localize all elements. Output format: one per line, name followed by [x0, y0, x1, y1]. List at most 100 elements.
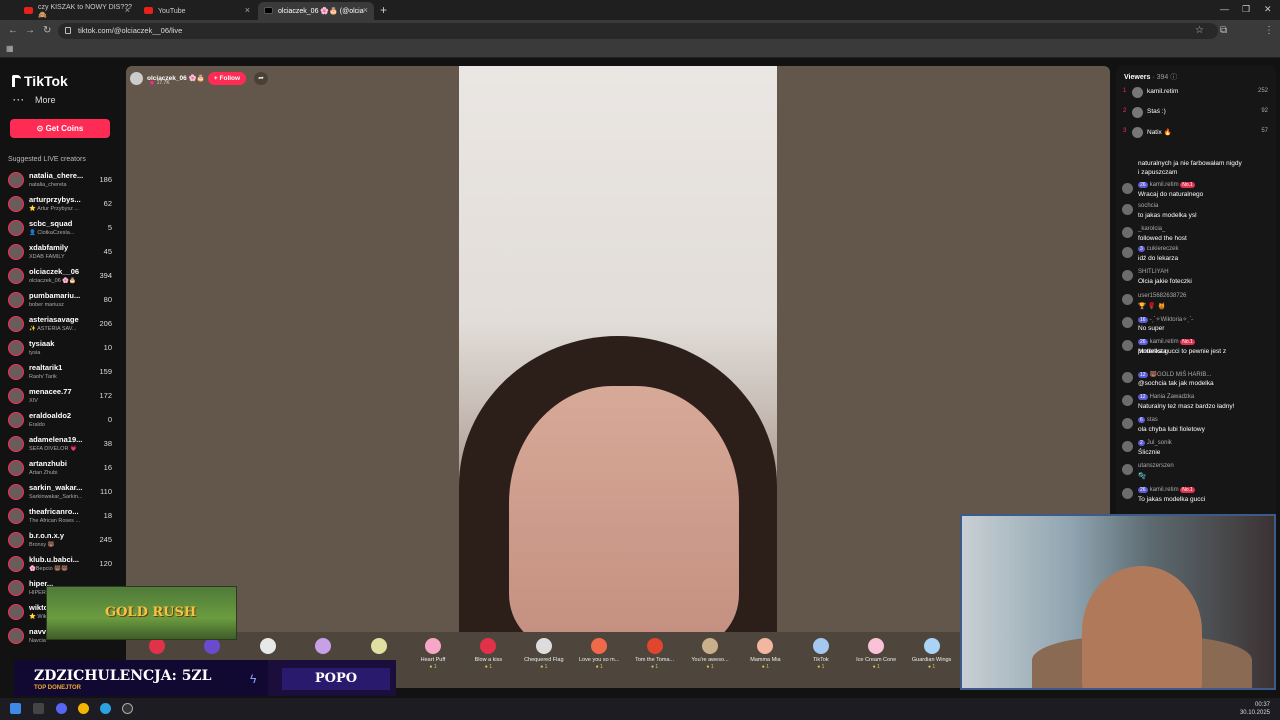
gift-name: Guardian Wings	[911, 657, 952, 663]
creator-item[interactable]: pumbamariu... bober mariusz 80	[6, 289, 118, 311]
browser-tab-youtube[interactable]: YouTube ×	[138, 2, 256, 20]
discord-icon[interactable]	[56, 703, 67, 714]
chat-username[interactable]: 6 stas	[1138, 417, 1158, 423]
chat-username[interactable]: SHITLIYAH	[1138, 269, 1169, 275]
creator-item[interactable]: realtarik1 Raoh/ Tarik 159	[6, 361, 118, 383]
creator-item[interactable]: olciaczek__06 olciaczek_06 🌸🎂 394	[6, 265, 118, 287]
gift-item[interactable]	[186, 638, 238, 654]
youtube-icon	[24, 7, 33, 14]
gift-item[interactable]: Ice Cream Cone ● 1	[850, 638, 902, 670]
top-viewer-row[interactable]: 1 kamil.retim 252	[1122, 86, 1270, 100]
menu-icon[interactable]: ⋮	[1264, 25, 1274, 36]
close-tab-icon[interactable]: ×	[363, 5, 368, 15]
chat-username[interactable]: 3 cukiereczek	[1138, 246, 1178, 252]
chat-username[interactable]: 12 Hania Zawadzka	[1138, 394, 1194, 400]
creator-subtitle: Eraldo	[29, 422, 45, 428]
close-tab-icon[interactable]: ×	[125, 5, 130, 15]
creator-item[interactable]: natalia_chere... natalia_chereta 186	[6, 169, 118, 191]
chat-text: i zapuszczam	[1138, 169, 1178, 176]
chrome-icon[interactable]	[78, 703, 89, 714]
back-icon[interactable]: ←	[8, 25, 18, 36]
new-tab-button[interactable]: +	[380, 3, 387, 17]
reload-icon[interactable]: ↻	[43, 25, 51, 36]
gift-item[interactable]: Chequered Flag ● 1	[518, 638, 570, 670]
creator-item[interactable]: scbc_squad 👤 ClotkaCzesla... 5	[6, 217, 118, 239]
share-icon[interactable]: ➦	[254, 72, 268, 85]
creator-item[interactable]: asteriasavage ✨ ASTERIA SAV... 206	[6, 313, 118, 335]
gift-item[interactable]: Mamma Mia ● 1	[739, 638, 791, 670]
creator-avatar	[8, 220, 24, 236]
creator-item[interactable]: arturprzybys... ⭐ Artur Przybysz ... 62	[6, 193, 118, 215]
gift-item[interactable]	[242, 638, 294, 654]
gift-item[interactable]: Love you so m... ● 1	[573, 638, 625, 670]
gift-item[interactable]: You're aweso... ● 1	[684, 638, 736, 670]
creator-item[interactable]: tysiaak tysia 10	[6, 337, 118, 359]
chat-username[interactable]: 26 kamil.retim No.1	[1138, 339, 1197, 345]
apps-grid-icon[interactable]: ▦	[6, 44, 14, 53]
creator-item[interactable]: artanzhubi Artan Zhubi 16	[6, 457, 118, 479]
chat-username[interactable]: 26 kamil.retim No.1	[1138, 182, 1197, 188]
maximize-icon[interactable]: ❐	[1242, 4, 1250, 15]
gift-item[interactable]	[297, 638, 349, 654]
follow-button[interactable]: + Follow	[208, 72, 246, 85]
live-video[interactable]	[459, 66, 777, 646]
gift-item[interactable]: Tom the Toma... ● 1	[629, 638, 681, 670]
site-info-icon[interactable]	[65, 27, 71, 34]
taskbar-app-icon[interactable]	[33, 703, 44, 714]
creator-item[interactable]: sarkin_wakar... Sarkinwakar_Sarkin... 110	[6, 481, 118, 503]
taskbar-app-icon[interactable]	[122, 703, 133, 714]
gift-item[interactable]	[131, 638, 183, 654]
browser-tab-youtube-video[interactable]: czy KISZAK to NOWY DIS??? 🙈 ×	[18, 2, 136, 20]
creator-item[interactable]: eraldoaldo2 Eraldo 0	[6, 409, 118, 431]
creator-item[interactable]: adamelena19... SEFA DIVELOR 💗 38	[6, 433, 118, 455]
minimize-icon[interactable]: —	[1220, 4, 1229, 14]
browser-tab-tiktok[interactable]: olciaczek_06 🌸🎂 (@olcia ×	[258, 2, 374, 20]
host-avatar[interactable]	[130, 71, 143, 85]
top-viewer-row[interactable]: 2 Staś :) 92	[1122, 106, 1270, 120]
get-coins-label: Get Coins	[45, 124, 84, 133]
chat-username[interactable]: utanszerszen	[1138, 463, 1174, 469]
creator-subtitle: ✨ ASTERIA SAV...	[29, 326, 77, 332]
creator-item[interactable]: theafricanro... The African Roses ... 18	[6, 505, 118, 527]
top-viewer-row[interactable]: 3 Natix 🔥 57	[1122, 126, 1270, 140]
gift-item[interactable]: Guardian Wings ● 1	[906, 638, 958, 670]
chat-username[interactable]: 12 🐻GOLD MIŚ HARIB...	[1138, 371, 1211, 378]
chat-username[interactable]: 16 ˗ˏˋ✧Wiktoria✧ˎˊ˗	[1138, 316, 1193, 323]
creator-name: scbc_squad	[29, 219, 73, 228]
gift-item[interactable]	[353, 638, 405, 654]
tiktok-logo[interactable]: TikTok	[12, 73, 68, 89]
creator-item[interactable]: xdabfamily XDAB FAMILY 45	[6, 241, 118, 263]
viewer-name: kamil.retim	[1147, 88, 1179, 95]
host-info[interactable]: olciaczek_06 🌸🎂 💗 17.7K	[130, 69, 205, 87]
rank-badge: No.1	[1180, 487, 1195, 493]
chat-username[interactable]: _karolcia_	[1138, 226, 1165, 232]
forward-icon[interactable]: →	[25, 25, 35, 36]
gift-name: Mamma Mia	[750, 657, 781, 663]
info-icon[interactable]: ⓘ	[1170, 74, 1177, 81]
gift-item[interactable]: Blow a kiss ● 1	[462, 638, 514, 670]
url-field[interactable]: tiktok.com/@olciaczek__06/live	[58, 23, 1218, 39]
more-menu[interactable]: ··· More	[13, 95, 56, 105]
chat-username[interactable]: 26 kamil.retim No.1	[1138, 487, 1197, 493]
creator-item[interactable]: menacee.77 XIV 172	[6, 385, 118, 407]
viewers-header[interactable]: Viewers · 394 ⓘ	[1124, 72, 1177, 82]
chat-username[interactable]: user15682638726	[1138, 293, 1186, 299]
creator-item[interactable]: klub.u.babci... 🌸Bepcio 🐻🐻 120	[6, 553, 118, 575]
get-coins-button[interactable]: ⊙ Get Coins	[10, 119, 110, 138]
creator-avatar	[8, 292, 24, 308]
windows-start-icon[interactable]	[10, 703, 21, 714]
extensions-icon[interactable]: ⧉	[1220, 25, 1227, 36]
taskbar-clock[interactable]: 00:37 30.10.2025	[1240, 701, 1270, 717]
telegram-icon[interactable]	[100, 703, 111, 714]
creator-item[interactable]: b.r.o.n.x.y Bronxy 🐻 245	[6, 529, 118, 551]
bookmark-star-icon[interactable]: ☆	[1195, 25, 1204, 36]
creator-avatar	[8, 196, 24, 212]
chat-username[interactable]: 2 Jul_sonik	[1138, 440, 1172, 446]
chat-username[interactable]: sochcia	[1138, 203, 1158, 209]
gift-item[interactable]: Heart Puff ● 1	[407, 638, 459, 670]
youtube-icon	[144, 7, 153, 14]
gift-item[interactable]: TikTok ● 1	[795, 638, 847, 670]
close-window-icon[interactable]: ✕	[1264, 4, 1272, 15]
viewer-score: 57	[1261, 128, 1268, 134]
close-tab-icon[interactable]: ×	[245, 5, 250, 15]
